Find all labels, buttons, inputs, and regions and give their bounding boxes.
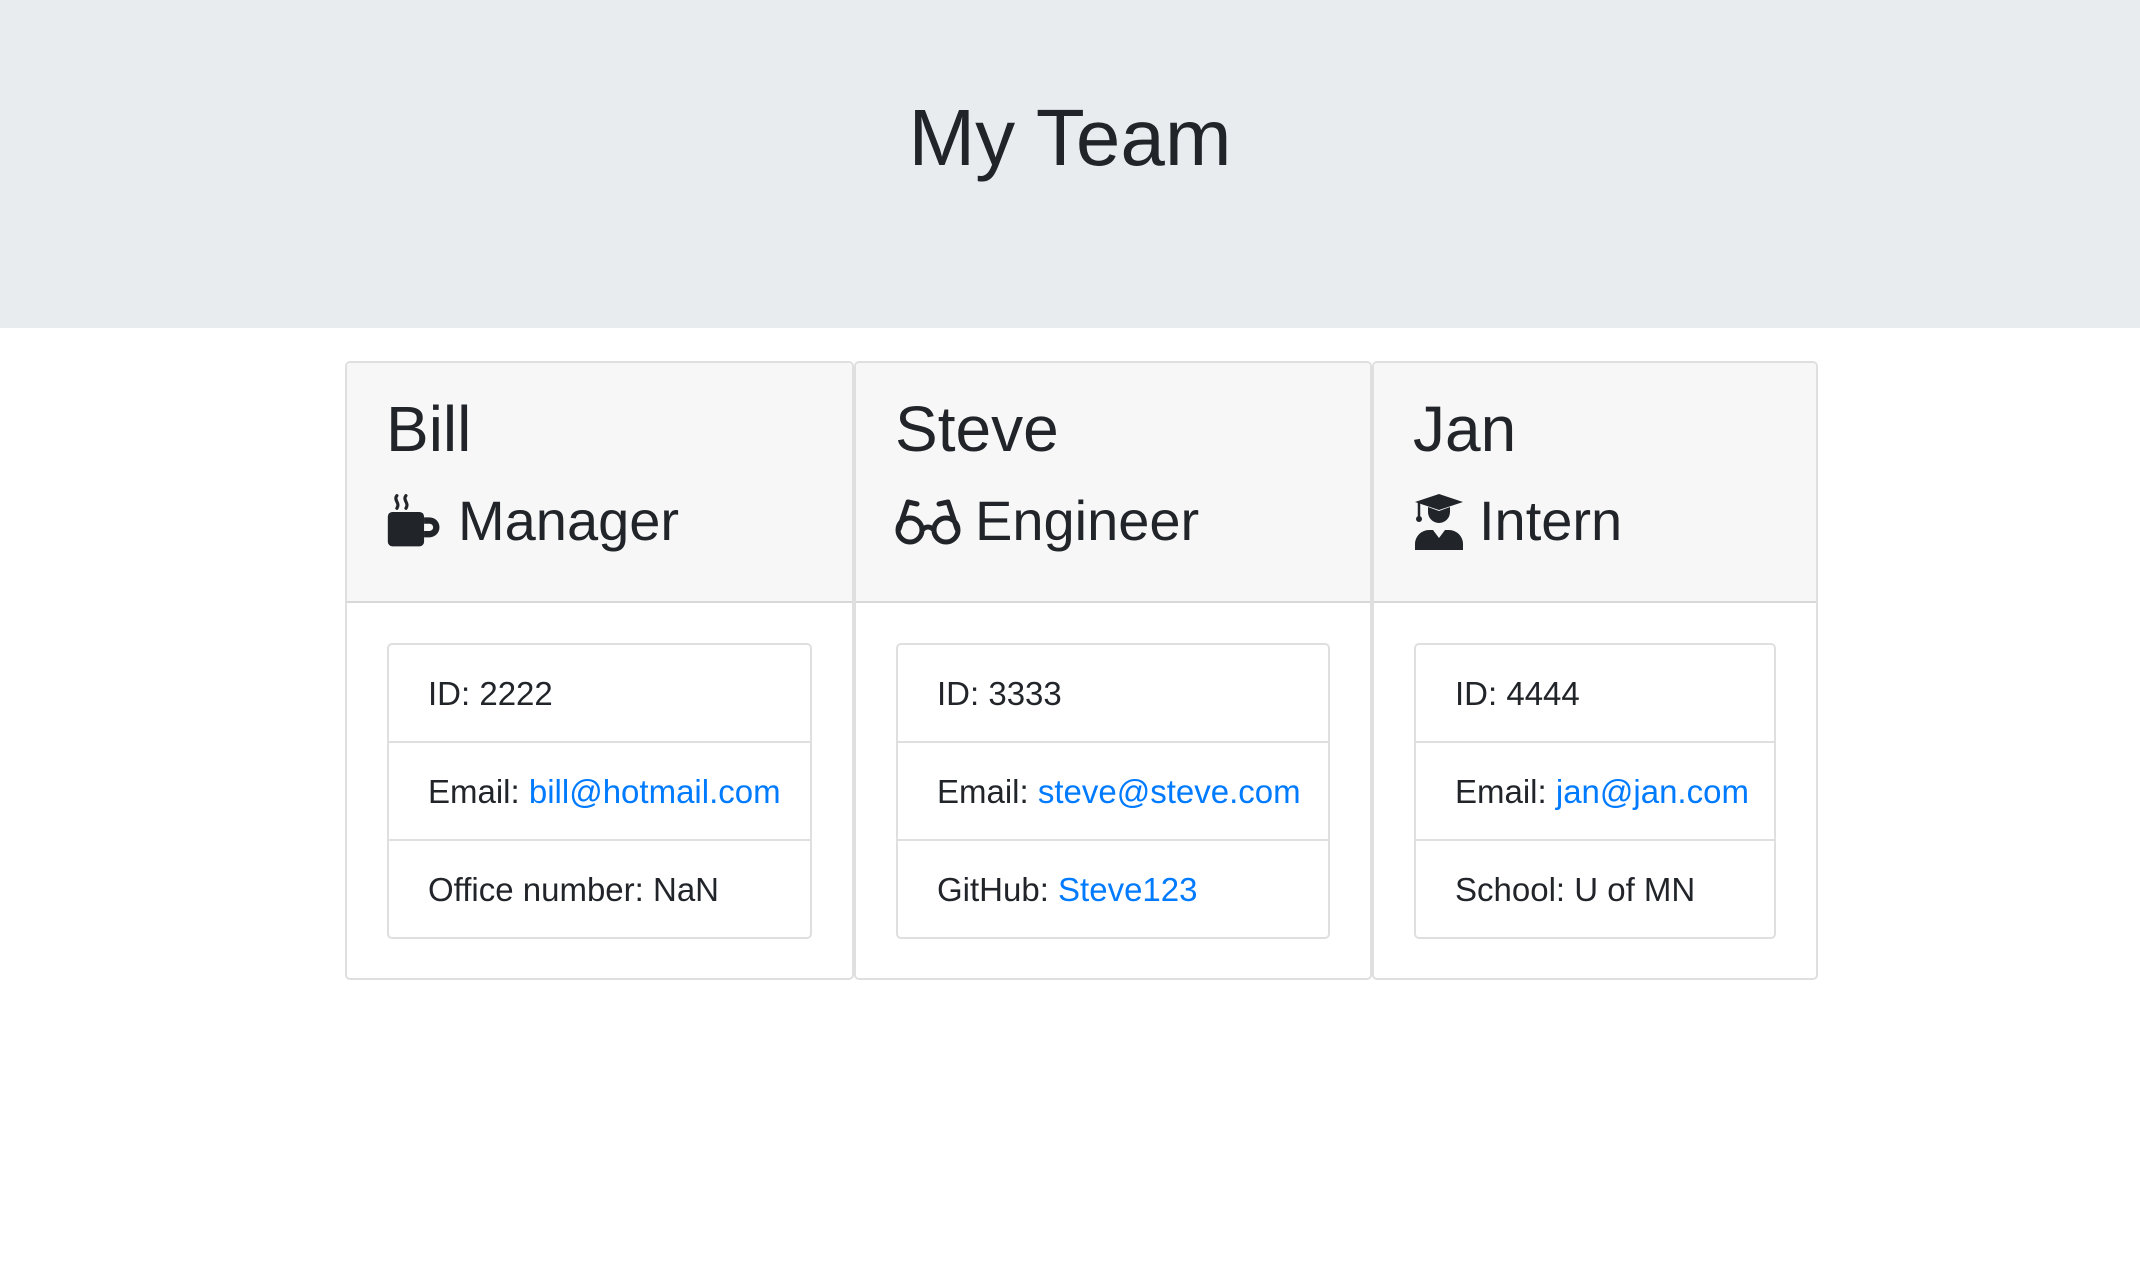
github-link[interactable]: Steve123 (1058, 871, 1197, 908)
email-label: Email: (937, 773, 1038, 810)
employee-role: Manager (386, 481, 679, 561)
list-item-id: ID: 4444 (1416, 645, 1774, 743)
email-link[interactable]: jan@jan.com (1556, 773, 1749, 810)
list-item-id: ID: 3333 (898, 645, 1328, 743)
employee-card-bill: Bill Manager ID: 2222 Email: bill@hotmai… (345, 361, 854, 980)
list-item-office-number: Office number: NaN (428, 871, 720, 908)
email-link[interactable]: bill@hotmail.com (529, 773, 781, 810)
list-item-github: GitHub: Steve123 (898, 841, 1328, 937)
employee-name: Steve (895, 393, 1059, 465)
employee-name: Jan (1413, 393, 1517, 465)
list-item-school: School: U of MN (1455, 871, 1696, 908)
header-jumbotron: My Team (0, 0, 2140, 328)
list-item-email: Email: bill@hotmail.com (389, 743, 810, 841)
employee-details-list: ID: 2222 Email: bill@hotmail.com Office … (387, 643, 812, 939)
page-title: My Team (908, 93, 1232, 182)
mug-hot-icon (386, 492, 444, 550)
email-label: Email: (428, 773, 529, 810)
card-header: Steve Engineer (856, 363, 1370, 603)
user-graduate-icon (1413, 492, 1465, 550)
employee-role: Engineer (895, 481, 1199, 561)
employee-name: Bill (386, 393, 472, 465)
role-label: Manager (458, 489, 680, 552)
list-item-email: Email: jan@jan.com (1416, 743, 1774, 841)
employee-card-jan: Jan Intern ID: 4444 Email: jan@jan.com S… (1372, 361, 1818, 980)
employee-details-list: ID: 3333 Email: steve@steve.com GitHub: … (896, 643, 1330, 939)
card-header: Jan Intern (1374, 363, 1816, 603)
email-link[interactable]: steve@steve.com (1038, 773, 1301, 810)
role-label: Engineer (975, 489, 1200, 552)
card-header: Bill Manager (347, 363, 852, 603)
list-item-id: ID: 2222 (389, 645, 810, 743)
email-label: Email: (1455, 773, 1556, 810)
employee-card-steve: Steve Engineer ID: 3333 Email: steve@ste… (854, 361, 1372, 980)
glasses-icon (895, 492, 961, 550)
employee-details-list: ID: 4444 Email: jan@jan.com School: U of… (1414, 643, 1776, 939)
employee-role: Intern (1413, 481, 1622, 561)
role-label: Intern (1479, 489, 1623, 552)
github-label: GitHub: (937, 871, 1059, 908)
list-item-email: Email: steve@steve.com (898, 743, 1328, 841)
